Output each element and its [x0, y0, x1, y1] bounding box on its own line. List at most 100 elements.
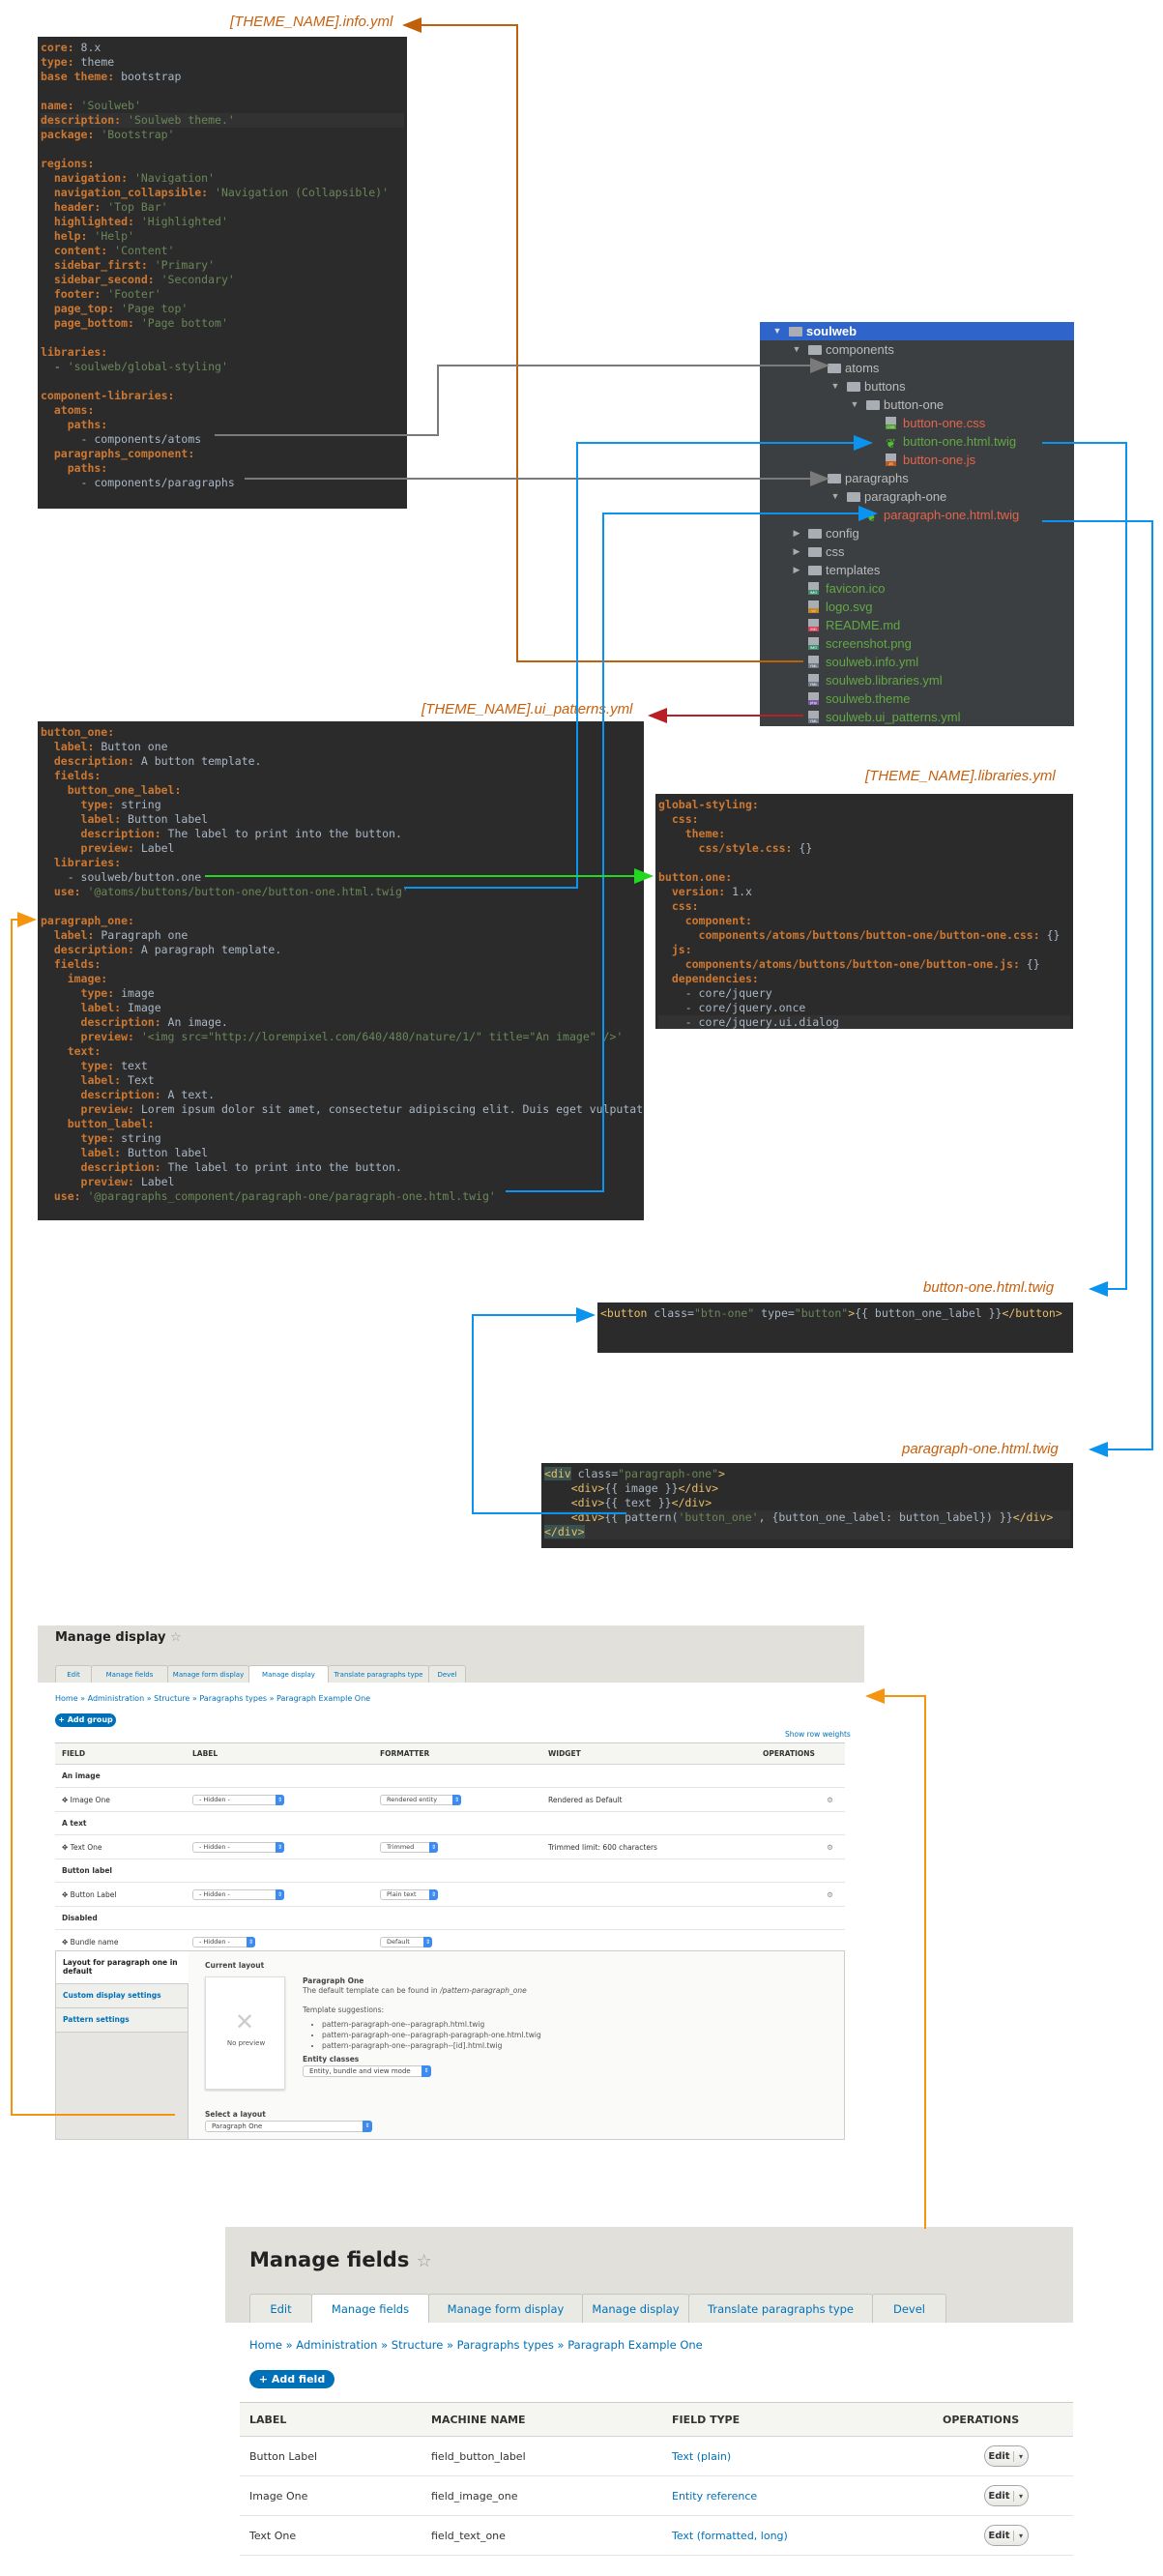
- field-type-cell[interactable]: Entity reference: [662, 2490, 933, 2503]
- tab-manage-form-display[interactable]: Manage form display: [428, 2294, 583, 2323]
- tree-item[interactable]: php soulweb.theme: [760, 689, 1074, 708]
- tree-item[interactable]: CSS button-one.css: [760, 414, 1074, 432]
- field-type-cell[interactable]: Text (plain): [662, 2450, 933, 2463]
- tree-item[interactable]: IMG favicon.ico: [760, 579, 1074, 598]
- edit-button[interactable]: Edit ▾: [984, 2485, 1029, 2506]
- code-line: navigation_collapsible: 'Navigation (Col…: [41, 186, 404, 200]
- project-file-tree[interactable]: ▼ soulweb ▼ components ▼ atoms ▼ buttons ▼ button…: [760, 322, 1074, 726]
- edit-button[interactable]: Edit ▾: [984, 2525, 1029, 2546]
- formatter-select[interactable]: Default ⇕: [380, 1936, 432, 1947]
- tab-devel[interactable]: Devel: [428, 1665, 466, 1683]
- star-icon[interactable]: ☆: [170, 1630, 182, 1645]
- collapse-arrow-icon[interactable]: ▶: [791, 561, 802, 579]
- tree-item[interactable]: ❦ button-one.html.twig: [760, 432, 1074, 451]
- tree-item[interactable]: ▼ components: [760, 340, 1074, 359]
- field-type-cell[interactable]: Text (formatted, long): [662, 2530, 933, 2542]
- tree-item[interactable]: ▼ button-one: [760, 395, 1074, 414]
- libraries-yml-editor[interactable]: global-styling: css: theme: css/style.cs…: [655, 794, 1073, 1029]
- tree-item[interactable]: YML soulweb.ui_patterns.yml: [760, 708, 1074, 726]
- code-line: page_top: 'Page top': [41, 302, 404, 316]
- drag-handle-icon[interactable]: ✥: [62, 1890, 71, 1899]
- expand-arrow-icon[interactable]: ▼: [771, 322, 783, 340]
- ui-patterns-yml-editor[interactable]: button_one: label: Button one descriptio…: [38, 721, 644, 1220]
- vertical-tab[interactable]: Pattern settings: [56, 2008, 188, 2033]
- tab-manage-display[interactable]: Manage display: [582, 2294, 689, 2323]
- formatter-select[interactable]: Trimmed ⇕: [380, 1841, 438, 1853]
- code-token: label:: [41, 812, 122, 826]
- vertical-tab[interactable]: Custom display settings: [56, 1984, 188, 2008]
- label-select[interactable]: - Hidden - ⇕: [192, 1936, 255, 1947]
- tree-item[interactable]: YML soulweb.info.yml: [760, 653, 1074, 671]
- breadcrumb[interactable]: Home » Administration » Structure » Para…: [249, 2338, 703, 2352]
- collapse-arrow-icon[interactable]: ▶: [791, 524, 802, 542]
- paragraph-twig-editor[interactable]: <div class="paragraph-one"> <div>{{ imag…: [541, 1463, 1073, 1548]
- breadcrumb[interactable]: Home » Administration » Structure » Para…: [55, 1694, 370, 1703]
- tree-item[interactable]: ❦ paragraph-one.html.twig: [760, 506, 1074, 524]
- expand-arrow-icon[interactable]: ▼: [791, 340, 802, 359]
- star-icon[interactable]: ☆: [417, 2251, 432, 2271]
- edit-label[interactable]: Edit: [985, 2450, 1014, 2462]
- label-select[interactable]: - Hidden - ⇕: [192, 1794, 284, 1805]
- edit-label[interactable]: Edit: [985, 2490, 1014, 2502]
- drag-handle-icon[interactable]: ✥: [62, 1796, 71, 1804]
- tab-manage-fields[interactable]: Manage fields: [311, 2294, 429, 2323]
- select-layout-select[interactable]: Paragraph One ⇕: [205, 2121, 372, 2132]
- code-token: description:: [41, 113, 122, 127]
- show-row-weights-link[interactable]: Show row weights: [785, 1730, 851, 1739]
- expand-arrow-icon[interactable]: ▼: [829, 487, 841, 506]
- vertical-tab[interactable]: Layout for paragraph one in default: [56, 1951, 189, 1984]
- code-token: use:: [41, 1189, 81, 1203]
- code-token: preview:: [41, 1030, 134, 1043]
- formatter-select[interactable]: Plain text ⇕: [380, 1888, 438, 1900]
- button-twig-editor[interactable]: <button class="btn-one" type="button">{{…: [597, 1303, 1073, 1353]
- tab-manage-fields[interactable]: Manage fields: [91, 1665, 168, 1683]
- tree-item[interactable]: <> logo.svg: [760, 598, 1074, 616]
- formatter-select[interactable]: Rendered entity ⇕: [380, 1794, 461, 1805]
- expand-arrow-icon[interactable]: ▼: [810, 469, 822, 487]
- drag-handle-icon[interactable]: ✥: [62, 1938, 71, 1947]
- expand-arrow-icon[interactable]: ▼: [810, 359, 822, 377]
- tab-translate-paragraphs-type[interactable]: Translate paragraphs type: [688, 2294, 873, 2323]
- drag-handle-icon[interactable]: ✥: [62, 1843, 71, 1852]
- add-group-button[interactable]: + Add group: [55, 1713, 116, 1727]
- tree-item[interactable]: ▼ paragraph-one: [760, 487, 1074, 506]
- info-yml-editor[interactable]: core: 8.x type: theme base theme: bootstra…: [38, 37, 407, 509]
- tab-translate-paragraphs-type[interactable]: Translate paragraphs type: [328, 1665, 429, 1683]
- tree-item[interactable]: ▼ atoms: [760, 359, 1074, 377]
- entity-classes-select[interactable]: Entity, bundle and view mode ⇕: [303, 2065, 431, 2077]
- tab-manage-form-display[interactable]: Manage form display: [167, 1665, 249, 1683]
- tab-edit[interactable]: Edit: [249, 2294, 312, 2323]
- dropdown-arrow-icon[interactable]: ▾: [1014, 2452, 1028, 2461]
- collapse-arrow-icon[interactable]: ▶: [791, 542, 802, 561]
- edit-label[interactable]: Edit: [985, 2530, 1014, 2541]
- tree-item[interactable]: ▶ css: [760, 542, 1074, 561]
- code-line: <div class="paragraph-one">: [544, 1467, 1070, 1481]
- tree-item[interactable]: JS button-one.js: [760, 451, 1074, 469]
- tab-manage-display[interactable]: Manage display: [248, 1665, 329, 1683]
- expand-arrow-icon[interactable]: ▼: [849, 395, 860, 414]
- tree-item[interactable]: ▶ templates: [760, 561, 1074, 579]
- label-select[interactable]: - Hidden - ⇕: [192, 1888, 284, 1900]
- add-field-button[interactable]: + Add field: [249, 2370, 334, 2388]
- tree-item[interactable]: MD README.md: [760, 616, 1074, 634]
- tree-item[interactable]: ▼ soulweb: [760, 322, 1074, 340]
- tree-item[interactable]: ▼ paragraphs: [760, 469, 1074, 487]
- gear-icon[interactable]: ⚙: [827, 1843, 833, 1852]
- label-cell: - Hidden - ⇕: [186, 1936, 373, 1947]
- dropdown-arrow-icon[interactable]: ▾: [1014, 2532, 1028, 2540]
- dropdown-arrow-icon[interactable]: ▾: [1014, 2492, 1028, 2501]
- tree-item[interactable]: YML soulweb.libraries.yml: [760, 671, 1074, 689]
- gear-icon[interactable]: ⚙: [827, 1890, 833, 1899]
- code-token: components/atoms/buttons/button-one/butt…: [658, 928, 1040, 942]
- label-select[interactable]: - Hidden - ⇕: [192, 1841, 284, 1853]
- tree-item[interactable]: IMG screenshot.png: [760, 634, 1074, 653]
- gear-icon[interactable]: ⚙: [827, 1796, 833, 1804]
- column-header: MACHINE NAME: [431, 2414, 526, 2426]
- tab-devel[interactable]: Devel: [872, 2294, 946, 2323]
- tree-item[interactable]: ▼ buttons: [760, 377, 1074, 395]
- expand-arrow-icon[interactable]: ▼: [829, 377, 841, 395]
- formatter-cell: Plain text ⇕: [373, 1888, 541, 1900]
- edit-button[interactable]: Edit ▾: [984, 2445, 1029, 2467]
- tree-item[interactable]: ▶ config: [760, 524, 1074, 542]
- tab-edit[interactable]: Edit: [55, 1665, 92, 1683]
